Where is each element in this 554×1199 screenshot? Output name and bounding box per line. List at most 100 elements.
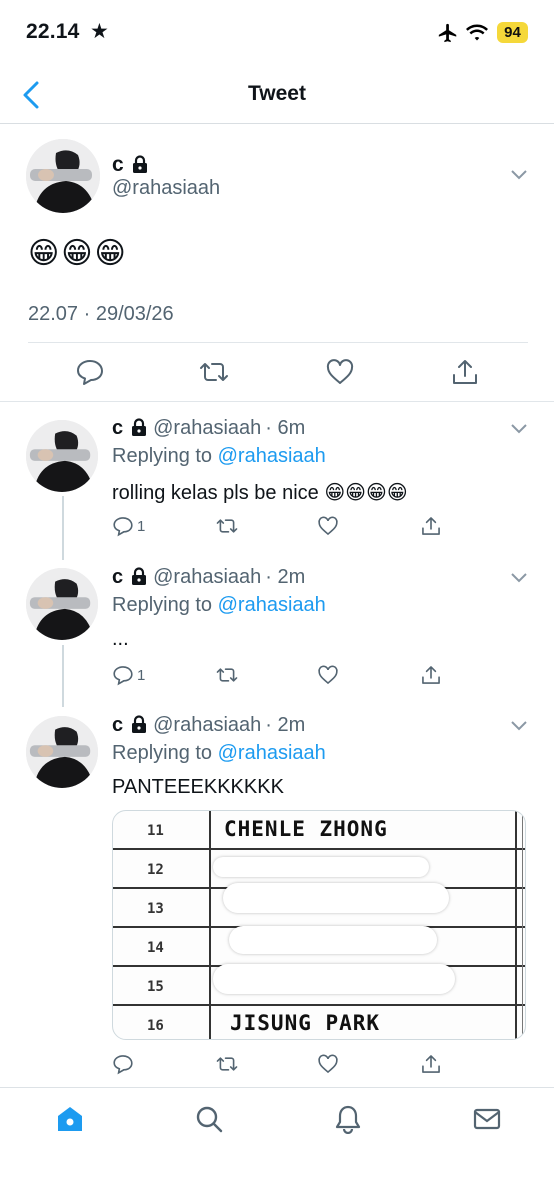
reply-icon[interactable] xyxy=(75,357,105,387)
share-button[interactable] xyxy=(420,514,442,538)
like-button[interactable] xyxy=(317,1052,339,1076)
chevron-down-icon[interactable] xyxy=(510,168,528,180)
row-number: 14 xyxy=(147,940,164,956)
share-icon xyxy=(422,517,440,535)
share-button[interactable] xyxy=(420,1052,442,1076)
lock-icon xyxy=(132,418,147,436)
lock-icon xyxy=(132,715,147,733)
redacted-name xyxy=(213,964,455,994)
reply-time: · 2m xyxy=(265,714,306,736)
user-handle[interactable]: @rahasiaah xyxy=(153,566,261,588)
user-handle[interactable]: @rahasiaah xyxy=(112,177,220,200)
chevron-down-icon[interactable] xyxy=(510,571,528,583)
reply-count: 1 xyxy=(137,666,146,684)
row-number: 13 xyxy=(147,901,164,917)
reply-header: c @rahasiaah · 6m xyxy=(112,417,305,440)
mail-icon[interactable] xyxy=(472,1104,502,1134)
divider xyxy=(515,811,517,1039)
mention-link[interactable]: @rahasiaah xyxy=(218,594,326,616)
tweet-text: 😁😁😁 xyxy=(28,237,128,270)
redacted-name xyxy=(223,883,449,913)
retweet-button[interactable] xyxy=(216,514,238,538)
reply-time: · 2m xyxy=(265,566,306,588)
divider xyxy=(209,811,211,1039)
reply-header: c @rahasiaah · 2m xyxy=(112,566,305,589)
like-button[interactable] xyxy=(317,514,339,538)
retweet-icon xyxy=(216,1057,238,1071)
reply-tweet: c @rahasiaah · 2m Replying to @rahasiaah .… xyxy=(0,552,554,702)
redacted-name xyxy=(213,857,429,877)
like-button[interactable] xyxy=(317,663,339,687)
bell-icon[interactable] xyxy=(333,1104,363,1134)
retweet-icon xyxy=(216,519,238,533)
avatar[interactable] xyxy=(26,139,100,213)
redacted-name xyxy=(229,926,437,954)
student-name: CHENLE ZHONG xyxy=(224,817,388,841)
divider xyxy=(28,342,528,343)
mention-link[interactable]: @rahasiaah xyxy=(218,742,326,764)
avatar[interactable] xyxy=(26,420,98,492)
heart-icon xyxy=(318,1054,338,1074)
retweet-icon[interactable] xyxy=(199,357,229,387)
reply-icon xyxy=(113,517,133,537)
status-time: 22.14 xyxy=(26,20,80,43)
retweet-button[interactable] xyxy=(216,1052,238,1076)
display-name[interactable]: c xyxy=(112,153,148,177)
replying-to: Replying to @rahasiaah xyxy=(112,445,326,467)
heart-icon xyxy=(318,665,338,685)
reply-icon xyxy=(113,666,133,686)
row-number: 12 xyxy=(147,862,164,878)
reply-button[interactable]: 1 xyxy=(112,514,145,538)
display-name[interactable]: c xyxy=(112,566,123,588)
retweet-button[interactable] xyxy=(216,663,238,687)
user-handle[interactable]: @rahasiaah xyxy=(153,417,261,439)
reply-text: PANTEEEKKKKKK xyxy=(112,776,284,798)
attached-image[interactable]: 11 12 13 14 15 16 CHENLE ZHONG JISUNG PA… xyxy=(112,810,526,1040)
tweet-timestamp[interactable]: 22.07 · 29/03/26 xyxy=(28,303,174,326)
search-icon[interactable] xyxy=(194,1104,224,1134)
student-name: JISUNG PARK xyxy=(230,1011,381,1035)
reply-button[interactable] xyxy=(112,1052,137,1076)
lock-icon xyxy=(132,155,147,173)
reply-button[interactable]: 1 xyxy=(112,663,145,687)
share-icon[interactable] xyxy=(450,357,480,387)
page-title: Tweet xyxy=(248,82,306,105)
share-button[interactable] xyxy=(420,663,442,687)
display-name[interactable]: c xyxy=(112,714,123,736)
top-nav-bar: Tweet xyxy=(0,64,554,124)
chevron-down-icon[interactable] xyxy=(510,719,528,731)
reply-text: rolling kelas pls be nice 😁😁😁😁 xyxy=(112,482,408,504)
home-icon[interactable] xyxy=(55,1104,85,1134)
airplane-icon xyxy=(438,23,457,43)
retweet-icon xyxy=(216,668,238,682)
share-icon xyxy=(422,1055,440,1073)
main-tweet: c @rahasiaah 😁😁😁 22.07 · 29/03/26 xyxy=(0,124,554,402)
replying-to: Replying to @rahasiaah xyxy=(112,594,326,616)
reply-tweet: c @rahasiaah · 6m Replying to @rahasiaah r… xyxy=(0,402,554,552)
avatar[interactable] xyxy=(26,568,98,640)
avatar[interactable] xyxy=(26,716,98,788)
chevron-down-icon[interactable] xyxy=(510,422,528,434)
status-bar: 22.14 ★ 94 xyxy=(0,0,554,64)
wifi-icon xyxy=(466,24,488,41)
divider xyxy=(522,811,523,1039)
replying-to: Replying to @rahasiaah xyxy=(112,742,326,764)
row-number: 16 xyxy=(147,1018,164,1034)
mention-link[interactable]: @rahasiaah xyxy=(218,445,326,467)
row-number: 15 xyxy=(147,979,164,995)
reply-time: · 6m xyxy=(265,417,306,439)
heart-icon xyxy=(318,516,338,536)
reply-icon xyxy=(113,1055,133,1075)
user-handle[interactable]: @rahasiaah xyxy=(153,714,261,736)
battery-indicator: 94 xyxy=(497,22,528,43)
heart-icon[interactable] xyxy=(325,357,355,387)
reply-count: 1 xyxy=(137,517,146,535)
row-number: 11 xyxy=(147,823,164,839)
reply-header: c @rahasiaah · 2m xyxy=(112,714,305,737)
reply-text: ... xyxy=(112,628,129,650)
bottom-tab-bar xyxy=(0,1087,554,1199)
star-icon: ★ xyxy=(90,20,109,43)
share-icon xyxy=(422,666,440,684)
display-name[interactable]: c xyxy=(112,417,123,439)
lock-icon xyxy=(132,567,147,585)
